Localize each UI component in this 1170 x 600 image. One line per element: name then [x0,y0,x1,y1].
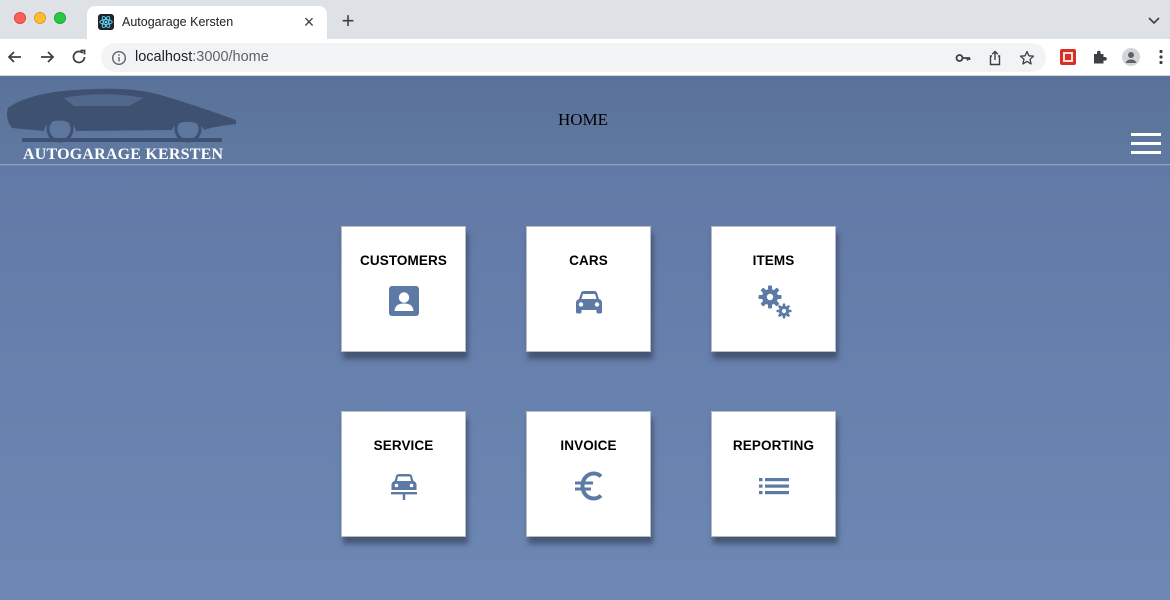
window-maximize-button[interactable] [54,12,66,24]
page-title: HOME [557,110,609,129]
gears-icon [758,285,792,319]
tile-cars[interactable]: CARS [526,226,651,352]
car-icon [573,285,605,317]
url-host: localhost [135,49,193,65]
tile-label: INVOICE [560,438,617,453]
hamburger-menu-icon[interactable] [1131,133,1161,155]
car-lift-icon [388,470,420,502]
password-key-icon[interactable] [955,50,971,66]
list-icon [758,470,790,502]
site-info-icon[interactable] [111,50,127,66]
tab-title: Autogarage Kersten [122,15,234,29]
browser-tab-strip: Autogarage Kersten × + [0,0,1170,39]
extension-red-icon[interactable] [1059,48,1077,66]
tile-label: SERVICE [373,438,434,453]
tile-customers[interactable]: CUSTOMERS [341,226,466,352]
react-favicon-icon [98,14,114,30]
share-icon[interactable] [987,50,1003,66]
bookmark-star-icon[interactable] [1019,50,1035,66]
url-path: :3000/home [192,49,269,65]
tab-search-chevron-icon[interactable] [1146,12,1162,28]
browser-menu-icon[interactable] [1156,48,1166,66]
profile-avatar-icon[interactable] [1122,48,1140,66]
tile-label: CARS [569,253,608,268]
browser-tab[interactable]: Autogarage Kersten × [87,6,327,39]
tile-service[interactable]: SERVICE [341,411,466,537]
app-header: AUTOGARAGE KERSTEN HOME [0,76,1170,165]
contact-card-icon [388,285,420,317]
dashboard-grid: CUSTOMERS CARS ITEMS SERVICE INVOICE REP… [0,166,1170,600]
extensions-puzzle-icon[interactable] [1091,48,1109,66]
browser-toolbar: localhost:3000/home [0,39,1170,76]
tile-reporting[interactable]: REPORTING [711,411,836,537]
logo-text: AUTOGARAGE KERSTEN [23,146,224,163]
forward-arrow-icon[interactable] [36,46,58,68]
reload-icon[interactable] [68,46,90,68]
tile-label: CUSTOMERS [360,253,447,268]
tile-label: REPORTING [732,438,815,453]
window-minimize-button[interactable] [34,12,46,24]
tile-items[interactable]: ITEMS [711,226,836,352]
new-tab-button[interactable]: + [336,9,360,33]
tab-close-icon[interactable]: × [299,12,319,32]
back-arrow-icon[interactable] [4,46,26,68]
tile-label: ITEMS [752,253,795,268]
euro-icon [573,470,605,502]
address-bar[interactable]: localhost:3000/home [101,43,1046,72]
window-close-button[interactable] [14,12,26,24]
url-text: localhost:3000/home [135,49,269,65]
tile-invoice[interactable]: INVOICE [526,411,651,537]
